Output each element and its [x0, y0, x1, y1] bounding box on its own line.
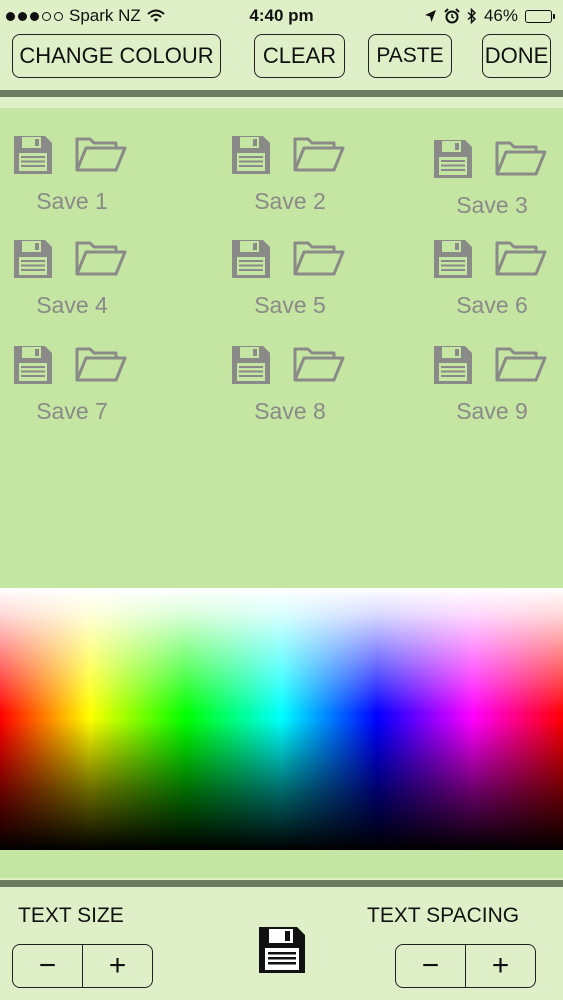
folder-open-icon[interactable]: [494, 138, 548, 178]
battery-icon: [525, 9, 555, 23]
folder-open-icon[interactable]: [74, 134, 128, 174]
floppy-disk-icon[interactable]: [432, 138, 474, 180]
save-slot-label: Save 3: [456, 192, 528, 218]
save-slot-label: Save 7: [36, 398, 108, 424]
save-slot: Save 7: [12, 340, 162, 435]
save-slot: Save 8: [230, 340, 380, 435]
saves-panel: Save 1 Save 2 Save 3 Save 4 Save 5 Save 6 Save…: [0, 108, 563, 588]
battery-percent: 46%: [483, 6, 518, 25]
top-divider: [0, 90, 563, 97]
save-slot-actions: [12, 130, 152, 180]
save-slot-actions: [12, 234, 152, 284]
folder-open-icon[interactable]: [292, 238, 346, 278]
folder-open-icon[interactable]: [74, 238, 128, 278]
save-slot-label: Save 5: [254, 292, 326, 318]
text-spacing-stepper: − +: [395, 944, 536, 988]
text-size-increase-button[interactable]: +: [83, 945, 152, 987]
location-arrow-icon: [424, 10, 436, 22]
colour-picker[interactable]: [0, 588, 563, 850]
save-slot: Save 2: [230, 130, 380, 225]
colour-picker-black-overlay: [0, 588, 563, 850]
floppy-disk-icon[interactable]: [432, 238, 474, 280]
floppy-disk-icon[interactable]: [12, 134, 54, 176]
save-slot: Save 9: [432, 340, 563, 435]
save-slot-label: Save 2: [254, 188, 326, 214]
text-size-label: TEXT SIZE: [18, 904, 124, 927]
floppy-disk-icon[interactable]: [230, 344, 272, 386]
save-slot-actions: [432, 134, 563, 184]
save-slot: Save 1: [12, 130, 162, 225]
save-slot-label: Save 1: [36, 188, 108, 214]
save-slot-label: Save 6: [456, 292, 528, 318]
floppy-disk-icon[interactable]: [432, 344, 474, 386]
text-spacing-label: TEXT SPACING: [367, 904, 520, 927]
bluetooth-icon: [467, 8, 477, 24]
text-size-decrease-button[interactable]: −: [13, 945, 83, 987]
status-bar: Spark NZ 4:40 pm 46%: [0, 0, 563, 32]
folder-open-icon[interactable]: [292, 134, 346, 174]
alarm-clock-icon: [444, 8, 460, 24]
save-slot-label: Save 4: [36, 292, 108, 318]
floppy-disk-icon[interactable]: [12, 238, 54, 280]
floppy-disk-icon[interactable]: [230, 238, 272, 280]
save-floppy-icon[interactable]: [256, 925, 308, 975]
change-colour-button[interactable]: CHANGE COLOUR: [12, 34, 221, 78]
save-slot-label: Save 9: [456, 398, 528, 424]
save-slot-actions: [432, 340, 563, 390]
folder-open-icon[interactable]: [292, 344, 346, 384]
save-slot-actions: [432, 234, 563, 284]
top-toolbar: CHANGE COLOUR CLEAR PASTE DONE: [0, 32, 563, 90]
folder-open-icon[interactable]: [494, 238, 548, 278]
bottom-divider: [0, 880, 563, 887]
save-slot: Save 6: [432, 234, 563, 329]
panel-bottom-strip: [0, 850, 563, 878]
save-slot-label: Save 8: [254, 398, 326, 424]
paste-button[interactable]: PASTE: [368, 34, 452, 78]
save-slot: Save 4: [12, 234, 162, 329]
save-slot: Save 3: [432, 134, 563, 229]
save-slot-actions: [230, 130, 370, 180]
save-slot-actions: [230, 340, 370, 390]
floppy-disk-icon[interactable]: [230, 134, 272, 176]
folder-open-icon[interactable]: [74, 344, 128, 384]
save-slot-actions: [12, 340, 152, 390]
clear-button[interactable]: CLEAR: [254, 34, 345, 78]
save-slot: Save 5: [230, 234, 380, 329]
save-slot-actions: [230, 234, 370, 284]
text-spacing-decrease-button[interactable]: −: [396, 945, 466, 987]
text-spacing-increase-button[interactable]: +: [466, 945, 535, 987]
done-button[interactable]: DONE: [482, 34, 551, 78]
floppy-disk-icon[interactable]: [12, 344, 54, 386]
folder-open-icon[interactable]: [494, 344, 548, 384]
text-size-stepper: − +: [12, 944, 153, 988]
status-right: 46%: [424, 6, 555, 26]
